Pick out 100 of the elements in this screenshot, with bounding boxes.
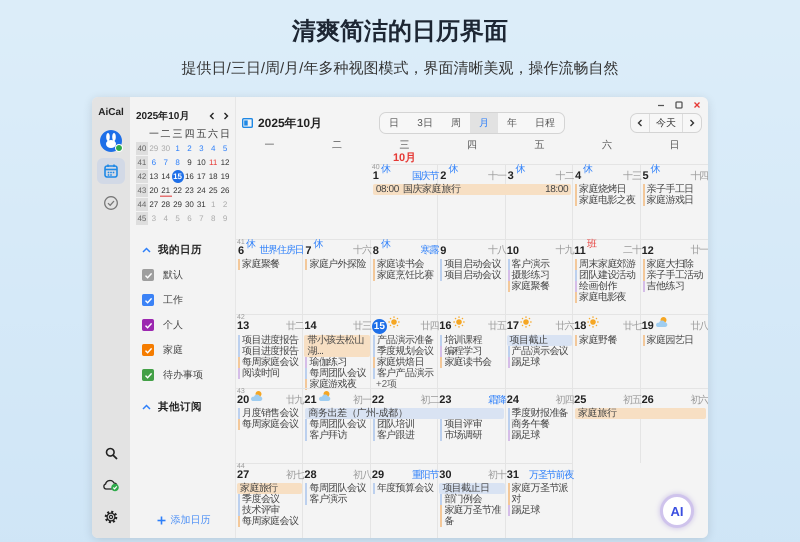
maximize-icon[interactable] [674, 100, 684, 110]
date-number[interactable]: 1 [372, 169, 380, 183]
event-item[interactable]: 家庭电影夜 [575, 292, 640, 303]
date-number[interactable]: 7 [304, 244, 312, 258]
event-item[interactable]: 家庭聚餐 [238, 258, 302, 270]
section-header[interactable]: 其他订阅 [136, 400, 231, 414]
ai-assistant-button[interactable]: AI [660, 494, 694, 528]
event-item[interactable]: 摄影练习 [508, 270, 572, 281]
date-number[interactable]: 3 [506, 169, 515, 183]
event-item[interactable]: 每周家庭会议 [238, 516, 302, 528]
calendar-checkbox[interactable] [142, 294, 154, 306]
mini-calendar-day[interactable]: 11 [207, 156, 220, 169]
calendar-checkbox[interactable] [142, 369, 154, 381]
mini-calendar-day[interactable]: 22 [172, 184, 184, 197]
event-item[interactable]: 产品演示准备 [372, 334, 438, 346]
event-item[interactable]: 项目进度报告 [238, 346, 302, 357]
event-item[interactable]: 家庭万圣节派对 [508, 483, 572, 506]
date-number[interactable]: 30 [439, 468, 452, 482]
event-item[interactable]: 家庭读书会 [372, 258, 438, 270]
date-number[interactable]: 26 [642, 393, 654, 408]
event-item[interactable]: 项目启动会议 [440, 258, 505, 270]
avatar[interactable] [100, 130, 122, 152]
event-item[interactable]: 阅读时间 [238, 368, 302, 379]
mini-calendar-day[interactable]: 30 [184, 198, 196, 211]
date-number[interactable]: 23 [439, 393, 452, 408]
mini-calendar-day[interactable]: 26 [219, 184, 231, 197]
section-header[interactable]: 我的日历 [136, 243, 231, 257]
event-item[interactable]: 团队建设活动 [575, 270, 640, 281]
date-number[interactable]: 22 [372, 393, 384, 408]
event-item[interactable]: 踢足球 [508, 356, 572, 368]
event-bar[interactable]: 家庭旅行 [575, 408, 706, 420]
date-number[interactable]: 4 [574, 169, 582, 183]
date-number[interactable]: 19 [642, 319, 654, 334]
event-item[interactable]: 家庭户外探险 [305, 258, 370, 270]
event-item[interactable]: 季度财报准备 [508, 408, 572, 420]
event-item[interactable]: 客户产品演示 [372, 368, 438, 379]
event-item[interactable]: 家庭烧烤日 [575, 184, 640, 195]
date-number[interactable]: 25 [574, 393, 586, 408]
event-item[interactable]: 家庭大扫除 [642, 258, 707, 270]
event-bar[interactable]: 08:00 国庆家庭旅行 18:00 [372, 184, 572, 195]
more-events-link[interactable]: +2项 [372, 378, 438, 390]
date-number[interactable]: 28 [304, 468, 317, 482]
date-number[interactable]: 8 [372, 244, 380, 258]
event-item[interactable]: 带小孩去松山湖... [304, 334, 370, 357]
event-item[interactable]: 家庭游戏夜 [305, 378, 370, 390]
date-number[interactable]: 6 [237, 244, 245, 258]
mini-calendar-day[interactable]: 27 [148, 198, 160, 211]
event-item[interactable]: 季度规划会议 [372, 346, 438, 357]
mini-calendar-day[interactable]: 28 [160, 198, 172, 211]
event-item[interactable]: 培训课程 [440, 334, 505, 346]
mini-calendar-day[interactable]: 4 [207, 142, 220, 155]
date-number[interactable]: 16 [439, 319, 452, 334]
event-item[interactable]: 商务午餐 [508, 419, 572, 430]
view-tab[interactable]: 日程 [526, 113, 564, 133]
event-item[interactable]: 每周家庭会议 [238, 356, 302, 368]
event-item[interactable]: 季度会议 [238, 494, 302, 506]
mini-calendar-day[interactable]: 6 [148, 156, 160, 169]
date-number[interactable]: 2 [439, 169, 448, 183]
event-item[interactable]: 家庭园艺日 [642, 334, 707, 346]
event-item[interactable]: 年度预算会议 [372, 483, 438, 494]
date-number[interactable]: 13 [237, 319, 250, 334]
event-item[interactable]: 客户演示 [508, 258, 572, 270]
event-item[interactable]: 家庭旅行 [237, 483, 302, 494]
next-month-button[interactable] [221, 111, 231, 121]
calendar-checkbox[interactable] [142, 344, 154, 356]
view-tab[interactable]: 周 [442, 113, 470, 133]
event-item[interactable]: 周末家庭郊游 [575, 258, 640, 270]
calendar-nav-button[interactable] [97, 158, 125, 184]
mini-calendar-day[interactable]: 31 [195, 198, 208, 211]
date-number[interactable]: 18 [574, 319, 586, 334]
event-item[interactable]: 家庭聚餐 [508, 280, 572, 292]
mini-calendar-day[interactable]: 15 [172, 170, 184, 183]
event-bar[interactable]: 商务出差（广州-成都） [305, 408, 504, 420]
event-item[interactable]: 技术评审 [238, 505, 302, 516]
event-item[interactable]: 客户演示 [305, 494, 370, 506]
mini-calendar-day[interactable]: 23 [184, 184, 196, 197]
event-item[interactable]: 每周团队会议 [305, 368, 370, 379]
event-item[interactable]: 家庭烹饪比赛 [372, 270, 438, 281]
mini-calendar-day[interactable]: 12 [219, 156, 231, 169]
date-number[interactable]: 29 [372, 468, 384, 482]
event-item[interactable]: 家庭野餐 [575, 334, 640, 346]
event-item[interactable]: 月度销售会议 [238, 408, 302, 420]
event-item[interactable]: 项目截止 [506, 334, 572, 346]
event-item[interactable]: 编程学习 [440, 346, 505, 357]
event-item[interactable]: 瑜伽练习 [305, 356, 370, 368]
event-item[interactable]: 亲子手工日 [642, 184, 707, 195]
calendar-checkbox[interactable] [142, 269, 154, 281]
event-item[interactable]: 项目截止日 [439, 483, 505, 494]
event-item[interactable]: 踢足球 [508, 505, 572, 516]
event-item[interactable]: 产品演示会议 [508, 346, 572, 357]
mini-calendar-day[interactable]: 19 [219, 170, 231, 183]
event-item[interactable]: 项目启动会议 [440, 270, 505, 281]
date-number[interactable]: 9 [439, 244, 448, 258]
event-item[interactable]: 家庭电影之夜 [575, 195, 640, 206]
date-number[interactable]: 12 [642, 244, 654, 258]
calendar-checkbox[interactable] [142, 319, 154, 331]
mini-calendar-day[interactable]: 17 [195, 170, 208, 183]
date-number[interactable]: 11 [574, 244, 586, 258]
event-item[interactable]: 客户拜访 [305, 430, 370, 442]
mini-calendar-day[interactable]: 16 [184, 170, 196, 183]
